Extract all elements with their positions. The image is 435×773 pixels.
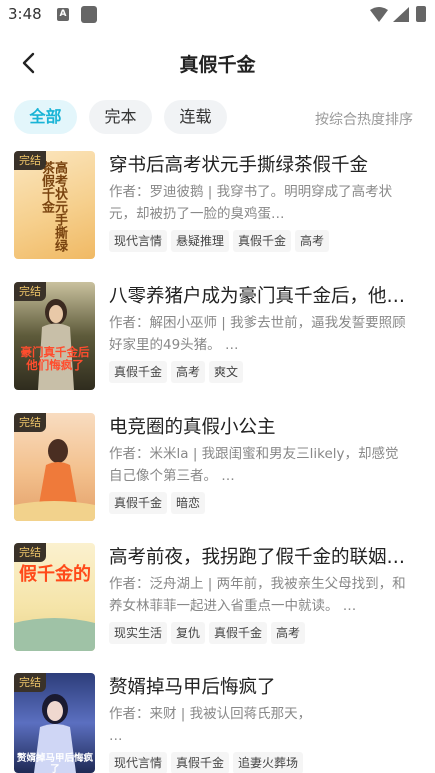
cover-title-art: 假千金的 bbox=[19, 564, 91, 585]
book-tag[interactable]: 爽文 bbox=[209, 361, 244, 383]
notification-square-icon bbox=[81, 6, 97, 23]
book-description: 作者：泛舟湖上 | 两年前，我被亲生父母找到，和养女林菲菲一起进入省重点一中就读… bbox=[109, 576, 406, 614]
book-description: 作者：解困小巫师 | 我爹去世前，逼我发誓要照顾好家里的49头猪。 … bbox=[109, 315, 406, 353]
status-badge: 完结 bbox=[14, 413, 46, 432]
status-badge: 完结 bbox=[14, 543, 46, 562]
filter-chip-all[interactable]: 全部 bbox=[14, 100, 77, 134]
filter-bar: 全部 完本 连载 按综合热度排序 bbox=[0, 100, 435, 136]
book-tag[interactable]: 真假千金 bbox=[171, 752, 230, 773]
page-title: 真假千金 bbox=[179, 54, 256, 76]
book-tag[interactable]: 悬疑推理 bbox=[171, 230, 230, 252]
status-badge: 完结 bbox=[14, 282, 46, 301]
status-badge: 完结 bbox=[14, 151, 46, 170]
tag-list: 现代言情 悬疑推理 真假千金 高考 bbox=[109, 230, 333, 252]
status-badge: 完结 bbox=[14, 673, 46, 692]
notification-a-icon: A bbox=[57, 8, 69, 21]
book-title: 电竞圈的真假小公主 bbox=[109, 417, 276, 438]
cover-title-art: 豪门真千金后他们悔疯了 bbox=[20, 345, 90, 372]
book-cover: 完结 高考状元手撕绿茶假千金 bbox=[14, 151, 95, 259]
battery-icon bbox=[416, 6, 426, 22]
tag-list: 真假千金 暗恋 bbox=[109, 492, 209, 514]
book-description: 作者：来财 | 我被认回蒋氏那天， … bbox=[109, 706, 312, 744]
filter-chip-serializing[interactable]: 连载 bbox=[164, 100, 227, 134]
book-tag[interactable]: 追妻火葬场 bbox=[233, 752, 304, 773]
book-tag[interactable]: 高考 bbox=[295, 230, 330, 252]
book-list-item[interactable]: 完结 假千金的 高考前夜，我拐跑了假千金的联姻… 作者：泛舟湖上 | 两年前，我… bbox=[0, 543, 435, 655]
book-cover: 完结 豪门真千金后他们悔疯了 bbox=[14, 282, 95, 390]
book-tag[interactable]: 高考 bbox=[171, 361, 206, 383]
book-title: 穿书后高考状元手撕绿茶假千金 bbox=[109, 155, 369, 176]
book-title: 高考前夜，我拐跑了假千金的联姻… bbox=[109, 547, 406, 568]
book-tag[interactable]: 复仇 bbox=[171, 622, 206, 644]
book-cover: 完结 假千金的 bbox=[14, 543, 95, 651]
sort-selector[interactable]: 按综合热度排序 bbox=[315, 109, 413, 129]
status-bar: 3:48 A bbox=[0, 0, 435, 30]
book-cover: 完结 bbox=[14, 413, 95, 521]
nav-bar: 真假千金 bbox=[0, 40, 435, 86]
book-list-item[interactable]: 完结 豪门真千金后他们悔疯了 八零养猪户成为豪门真千金后，他… 作者：解困小巫师… bbox=[0, 282, 435, 394]
status-time: 3:48 bbox=[8, 5, 42, 23]
book-tag[interactable]: 现实生活 bbox=[109, 622, 168, 644]
book-title: 赘婿掉马甲后悔疯了 bbox=[109, 677, 276, 698]
tag-list: 现代言情 真假千金 追妻火葬场 bbox=[109, 752, 307, 773]
book-tag[interactable]: 真假千金 bbox=[109, 361, 168, 383]
book-tag[interactable]: 真假千金 bbox=[209, 622, 268, 644]
book-tag[interactable]: 现代言情 bbox=[109, 230, 168, 252]
book-description: 作者：罗迪彼鹅 | 我穿书了。明明穿成了高考状元，却被扔了一脸的臭鸡蛋… bbox=[109, 184, 393, 222]
book-description: 作者：米米la | 我跟闺蜜和男友三likely，却感觉自己像个第三者。 … bbox=[109, 446, 399, 484]
book-tag[interactable]: 真假千金 bbox=[109, 492, 168, 514]
book-list-item[interactable]: 完结 电竞圈的真假小公主 作者：米米la | 我跟闺蜜和男友三likely，却感… bbox=[0, 413, 435, 525]
cover-title-art: 赘婿掉马甲后悔疯了 bbox=[16, 753, 93, 773]
book-title: 八零养猪户成为豪门真千金后，他… bbox=[109, 286, 406, 307]
book-tag[interactable]: 真假千金 bbox=[233, 230, 292, 252]
tag-list: 现实生活 复仇 真假千金 高考 bbox=[109, 622, 309, 644]
book-tag[interactable]: 暗恋 bbox=[171, 492, 206, 514]
book-list-item[interactable]: 完结 赘婿掉马甲后悔疯了 赘婿掉马甲后悔疯了 作者：来财 | 我被认回蒋氏那天，… bbox=[0, 673, 435, 773]
signal-icon bbox=[393, 7, 409, 22]
wifi-icon bbox=[370, 7, 388, 22]
tag-list: 真假千金 高考 爽文 bbox=[109, 361, 247, 383]
filter-chip-completed[interactable]: 完本 bbox=[89, 100, 152, 134]
cover-title-art: 高考状元手撕绿茶假千金 bbox=[39, 161, 67, 252]
book-list-item[interactable]: 完结 高考状元手撕绿茶假千金 穿书后高考状元手撕绿茶假千金 作者：罗迪彼鹅 | … bbox=[0, 151, 435, 263]
book-tag[interactable]: 现代言情 bbox=[109, 752, 168, 773]
book-cover: 完结 赘婿掉马甲后悔疯了 bbox=[14, 673, 95, 773]
book-tag[interactable]: 高考 bbox=[271, 622, 306, 644]
